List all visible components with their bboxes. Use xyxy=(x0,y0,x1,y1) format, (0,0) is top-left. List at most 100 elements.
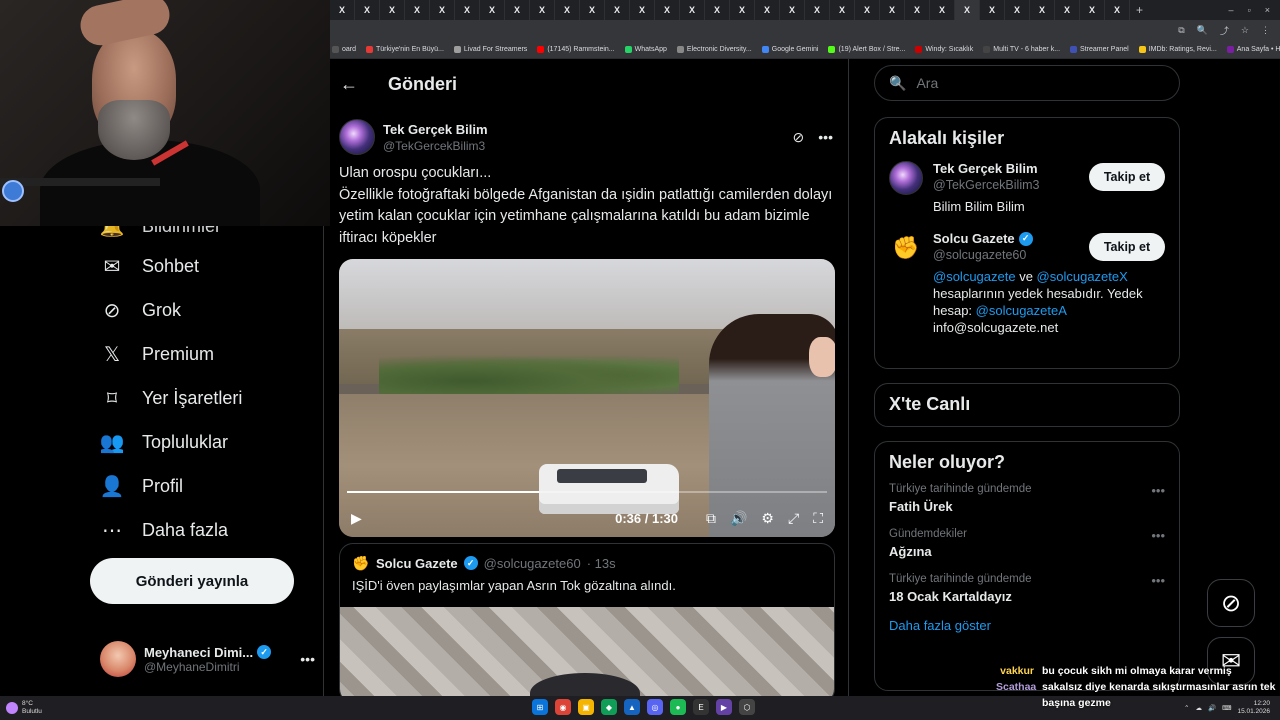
play-icon[interactable]: ▶ xyxy=(351,510,362,527)
video-player[interactable]: ▶ 0:36 / 1:30 ⧉ 🔊 ⚙ ⤢ ⛶ xyxy=(339,259,835,537)
tweet-handle[interactable]: @TekGercekBilim3 xyxy=(383,139,488,153)
nav-item[interactable]: ⋯ Daha fazla xyxy=(100,518,228,542)
video-control-icon[interactable]: ⧉ xyxy=(706,510,716,526)
quote-image[interactable] xyxy=(340,607,834,696)
more-icon[interactable]: ••• xyxy=(818,129,833,146)
browser-tab[interactable]: X xyxy=(855,0,880,20)
nav-item[interactable]: 👥 Topluluklar xyxy=(100,430,229,454)
taskbar-app-icon[interactable]: ▲ xyxy=(624,699,640,715)
browser-tab[interactable]: X xyxy=(380,0,405,20)
follow-button[interactable]: Takip et xyxy=(1089,163,1165,191)
video-control-icon[interactable]: ⤢ xyxy=(788,510,799,526)
show-more-link[interactable]: Daha fazla göster xyxy=(875,608,1179,643)
window-control-icon[interactable]: × xyxy=(1265,5,1270,15)
browser-tab[interactable]: X xyxy=(530,0,555,20)
browser-tab[interactable]: X xyxy=(430,0,455,20)
quoted-tweet[interactable]: ✊ Solcu Gazete ✓ @solcugazete60 · 13s IŞ… xyxy=(339,543,835,696)
mention-link[interactable]: @solcugazete xyxy=(933,269,1016,284)
browser-tab[interactable]: X xyxy=(1055,0,1080,20)
nav-item[interactable]: ⊘ Grok xyxy=(100,298,181,322)
account-switcher[interactable]: Meyhaneci Dimi... ✓ @MeyhaneDimitri ••• xyxy=(100,634,315,684)
search-input[interactable]: 🔍 Ara xyxy=(874,65,1180,101)
bookmark-item[interactable]: IMDb: Ratings, Revi... xyxy=(1138,45,1217,53)
back-arrow-icon[interactable]: ← xyxy=(340,74,358,95)
taskbar-app-icon[interactable]: ⬡ xyxy=(739,699,755,715)
post-button[interactable]: Gönderi yayınla xyxy=(90,558,294,604)
bookmark-item[interactable]: Livad For Streamers xyxy=(453,45,527,53)
toolbar-icon[interactable]: ⋮ xyxy=(1261,25,1270,36)
browser-tab[interactable]: X xyxy=(355,0,380,20)
browser-tab[interactable]: X xyxy=(730,0,755,20)
tweet-display-name[interactable]: Tek Gerçek Bilim xyxy=(383,122,488,137)
taskbar-app-icon[interactable]: ◉ xyxy=(555,699,571,715)
grok-icon[interactable]: ⊘ xyxy=(793,129,805,146)
taskbar-app-icon[interactable]: ● xyxy=(670,699,686,715)
nav-item[interactable]: 𝕏 Premium xyxy=(100,342,214,366)
nav-item[interactable]: ✉ Sohbet xyxy=(100,254,199,278)
bookmark-item[interactable]: Türkiye'nin En Büyü... xyxy=(366,45,444,53)
new-tab-icon[interactable]: + xyxy=(1136,3,1143,17)
video-control-icon[interactable]: ⛶ xyxy=(813,510,823,526)
browser-tab[interactable]: X xyxy=(455,0,480,20)
trend-item[interactable]: Gündemdekiler Ağzına ••• xyxy=(875,518,1179,563)
more-icon[interactable]: ••• xyxy=(1151,483,1165,498)
browser-tab[interactable]: X xyxy=(980,0,1005,20)
taskbar-app-icon[interactable]: ◆ xyxy=(601,699,617,715)
bookmark-item[interactable]: Windy: Sıcaklık xyxy=(915,45,973,53)
browser-tab[interactable]: X xyxy=(805,0,830,20)
browser-tab[interactable]: X xyxy=(655,0,680,20)
bookmark-item[interactable]: oard xyxy=(332,45,356,53)
window-control-icon[interactable]: ▫ xyxy=(1248,5,1251,15)
browser-tab[interactable]: X xyxy=(480,0,505,20)
browser-tab[interactable]: X xyxy=(555,0,580,20)
live-card[interactable]: X'te Canlı xyxy=(874,383,1180,427)
bookmark-item[interactable]: Ana Sayfa • HBO Max xyxy=(1226,45,1280,53)
trend-item[interactable]: Türkiye tarihinde gündemde 18 Ocak Kartal… xyxy=(875,563,1179,608)
mention-link[interactable]: @solcugazeteA xyxy=(976,303,1067,318)
browser-tab[interactable]: X xyxy=(880,0,905,20)
toolbar-icon[interactable]: ⤴ xyxy=(1220,24,1229,37)
bookmark-item[interactable]: (19) Alert Box / Stre... xyxy=(828,45,905,53)
browser-tab[interactable]: X xyxy=(580,0,605,20)
browser-tab[interactable]: X xyxy=(605,0,630,20)
toolbar-icon[interactable]: ⧉ xyxy=(1178,25,1184,36)
bookmark-item[interactable]: Streamer Panel xyxy=(1070,45,1129,53)
avatar[interactable] xyxy=(339,119,375,155)
browser-tab[interactable]: X xyxy=(405,0,430,20)
taskbar-app-icon[interactable]: E xyxy=(693,699,709,715)
taskbar-app-icon[interactable]: ▣ xyxy=(578,699,594,715)
person-item[interactable]: Tek Gerçek Bilim @TekGercekBilim3 Bilim … xyxy=(875,149,1179,215)
browser-tab[interactable]: X xyxy=(680,0,705,20)
browser-tab[interactable]: X xyxy=(1030,0,1055,20)
bookmark-item[interactable]: Multi TV - 6 haber k... xyxy=(983,45,1060,53)
weather-widget[interactable]: 8°C Bulutlu xyxy=(0,700,42,716)
person-item[interactable]: ✊ Solcu Gazete ✓ @solcugazete60 @solcugaz… xyxy=(875,215,1179,336)
toolbar-icon[interactable]: 🔍 xyxy=(1197,25,1208,36)
taskbar-app-icon[interactable]: ⊞ xyxy=(532,699,548,715)
browser-tab[interactable]: X xyxy=(1105,0,1130,20)
trend-item[interactable]: Türkiye tarihinde gündemde Fatih Ürek ••• xyxy=(875,473,1179,518)
browser-tab[interactable]: X xyxy=(905,0,930,20)
mention-link[interactable]: @solcugazeteX xyxy=(1037,269,1128,284)
more-icon[interactable]: ••• xyxy=(1151,573,1165,588)
browser-tab[interactable]: X xyxy=(505,0,530,20)
video-progress-bar[interactable] xyxy=(347,491,827,493)
more-icon[interactable]: ••• xyxy=(300,651,315,667)
browser-tab[interactable]: X xyxy=(705,0,730,20)
nav-item[interactable]: 👤 Profil xyxy=(100,474,183,498)
follow-button[interactable]: Takip et xyxy=(1089,233,1165,261)
bookmark-item[interactable]: Electronic Diversity... xyxy=(676,45,752,53)
video-control-icon[interactable]: ⚙ xyxy=(761,510,774,526)
more-icon[interactable]: ••• xyxy=(1151,528,1165,543)
browser-tab[interactable]: X xyxy=(630,0,655,20)
browser-tab[interactable]: X xyxy=(755,0,780,20)
browser-tab[interactable]: X xyxy=(830,0,855,20)
bookmark-item[interactable]: WhatsApp xyxy=(624,45,667,53)
browser-tab[interactable]: X xyxy=(1080,0,1105,20)
bookmark-item[interactable]: (17145) Rammstein... xyxy=(537,45,615,53)
taskbar-app-icon[interactable]: ◎ xyxy=(647,699,663,715)
bookmark-item[interactable]: Google Gemini xyxy=(761,45,818,53)
browser-tab[interactable]: X xyxy=(1005,0,1030,20)
browser-tab[interactable]: X xyxy=(930,0,955,20)
video-control-icon[interactable]: 🔊 xyxy=(730,510,747,526)
